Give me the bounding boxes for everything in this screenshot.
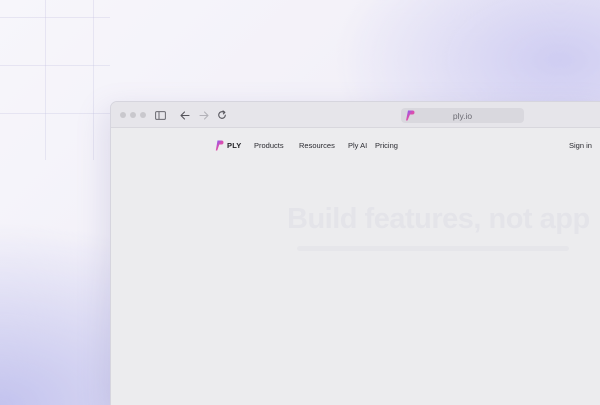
nav-resources[interactable]: Resources <box>299 141 335 150</box>
page-content: PLY Products Resources Ply AI Pricing Si… <box>111 129 600 405</box>
nav-products[interactable]: Products <box>254 141 284 150</box>
sign-in-link[interactable]: Sign in <box>569 141 592 150</box>
nav-pricing[interactable]: Pricing <box>375 141 398 150</box>
address-url: ply.io <box>452 110 473 121</box>
background-grid <box>0 0 110 160</box>
browser-window: ply.io PLY Products Resources Ply AI Pri… <box>110 101 600 405</box>
maximize-window-dot[interactable] <box>140 112 146 118</box>
ply-logo-icon <box>215 140 224 151</box>
close-window-dot[interactable] <box>120 112 126 118</box>
hero-title: Build features, not app <box>287 203 590 235</box>
back-arrow-icon[interactable] <box>178 108 192 122</box>
reload-icon[interactable] <box>215 108 229 122</box>
address-bar[interactable]: ply.io <box>401 108 524 123</box>
site-nav: PLY Products Resources Ply AI Pricing Si… <box>111 139 600 153</box>
forward-arrow-icon[interactable] <box>197 108 211 122</box>
browser-titlebar: ply.io <box>111 102 600 128</box>
sidebar-toggle-icon[interactable] <box>153 108 167 122</box>
ply-favicon-icon <box>405 110 415 121</box>
nav-ply-ai[interactable]: Ply AI <box>348 141 367 150</box>
ply-logo[interactable]: PLY <box>215 140 242 151</box>
brand-name: PLY <box>227 141 242 150</box>
minimize-window-dot[interactable] <box>130 112 136 118</box>
hero-subtitle-placeholder <box>297 246 569 251</box>
